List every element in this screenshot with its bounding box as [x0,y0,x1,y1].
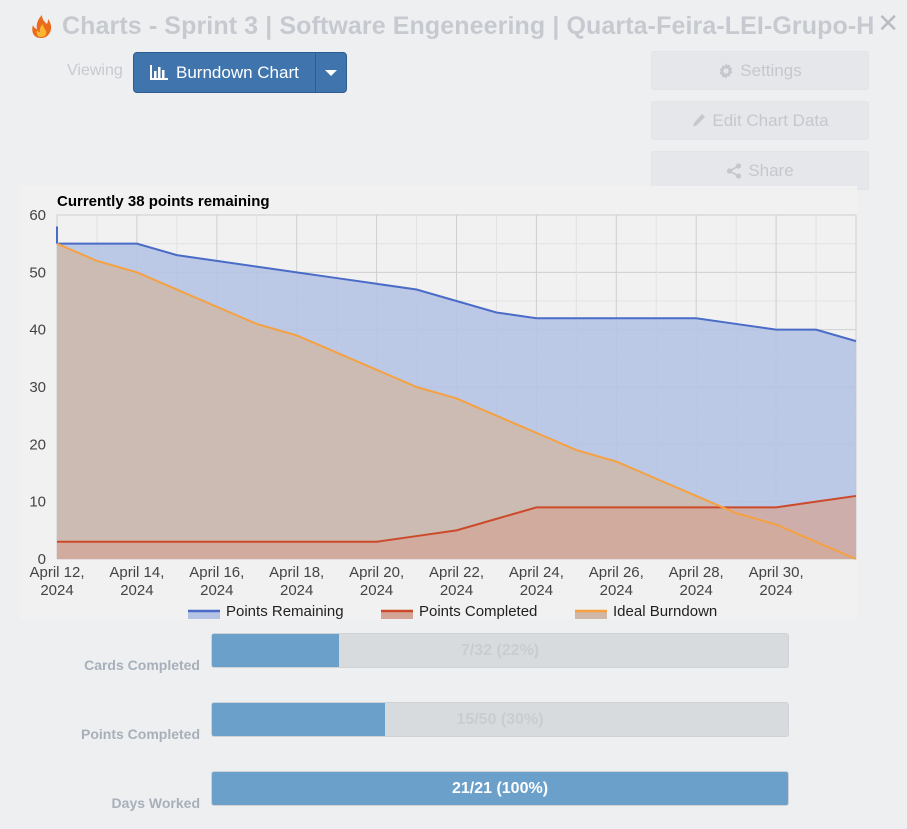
y-tick-label: 50 [29,264,46,281]
x-tick-label: 2024 [280,582,313,599]
x-tick-label: April 12, [29,564,84,581]
x-tick-label: April 26, [589,564,644,581]
x-tick-label: April 22, [429,564,484,581]
x-tick-label: April 30, [749,564,804,581]
progress-label: Cards Completed [84,657,200,673]
legend-label: Points Completed [419,603,537,620]
x-tick-label: April 24, [509,564,564,581]
x-tick-label: April 16, [189,564,244,581]
x-tick-label: April 28, [669,564,724,581]
y-tick-label: 30 [29,379,46,396]
x-tick-label: 2024 [520,582,553,599]
burndown-chart: 0102030405060April 12,2024April 14,2024A… [29,207,857,620]
progress-text: 21/21 (100%) [451,779,549,797]
y-tick-label: 10 [29,494,46,511]
progress-bar: 21/21 (100%) [211,771,789,806]
progress-bar: 15/50 (30%) [211,702,789,737]
x-tick-label: April 18, [269,564,324,581]
x-tick-label: April 20, [349,564,404,581]
progress-text: 7/32 (22%) [460,641,540,659]
x-tick-label: April 14, [109,564,164,581]
x-tick-label: 2024 [440,582,473,599]
y-tick-label: 60 [29,207,46,224]
x-tick-label: 2024 [200,582,233,599]
x-tick-label: 2024 [600,582,633,599]
progress-label: Days Worked [111,795,200,811]
y-tick-label: 40 [29,322,46,339]
legend-label: Ideal Burndown [613,603,717,620]
x-tick-label: 2024 [40,582,73,599]
y-tick-label: 20 [29,436,46,453]
progress-label: Points Completed [80,726,200,742]
progress-bar: 7/32 (22%) [211,633,789,668]
legend-label: Points Remaining [226,603,344,620]
progress-text: 15/50 (30%) [456,710,544,728]
x-tick-label: 2024 [759,582,792,599]
x-tick-label: 2024 [360,582,393,599]
x-tick-label: 2024 [680,582,713,599]
x-tick-label: 2024 [120,582,153,599]
